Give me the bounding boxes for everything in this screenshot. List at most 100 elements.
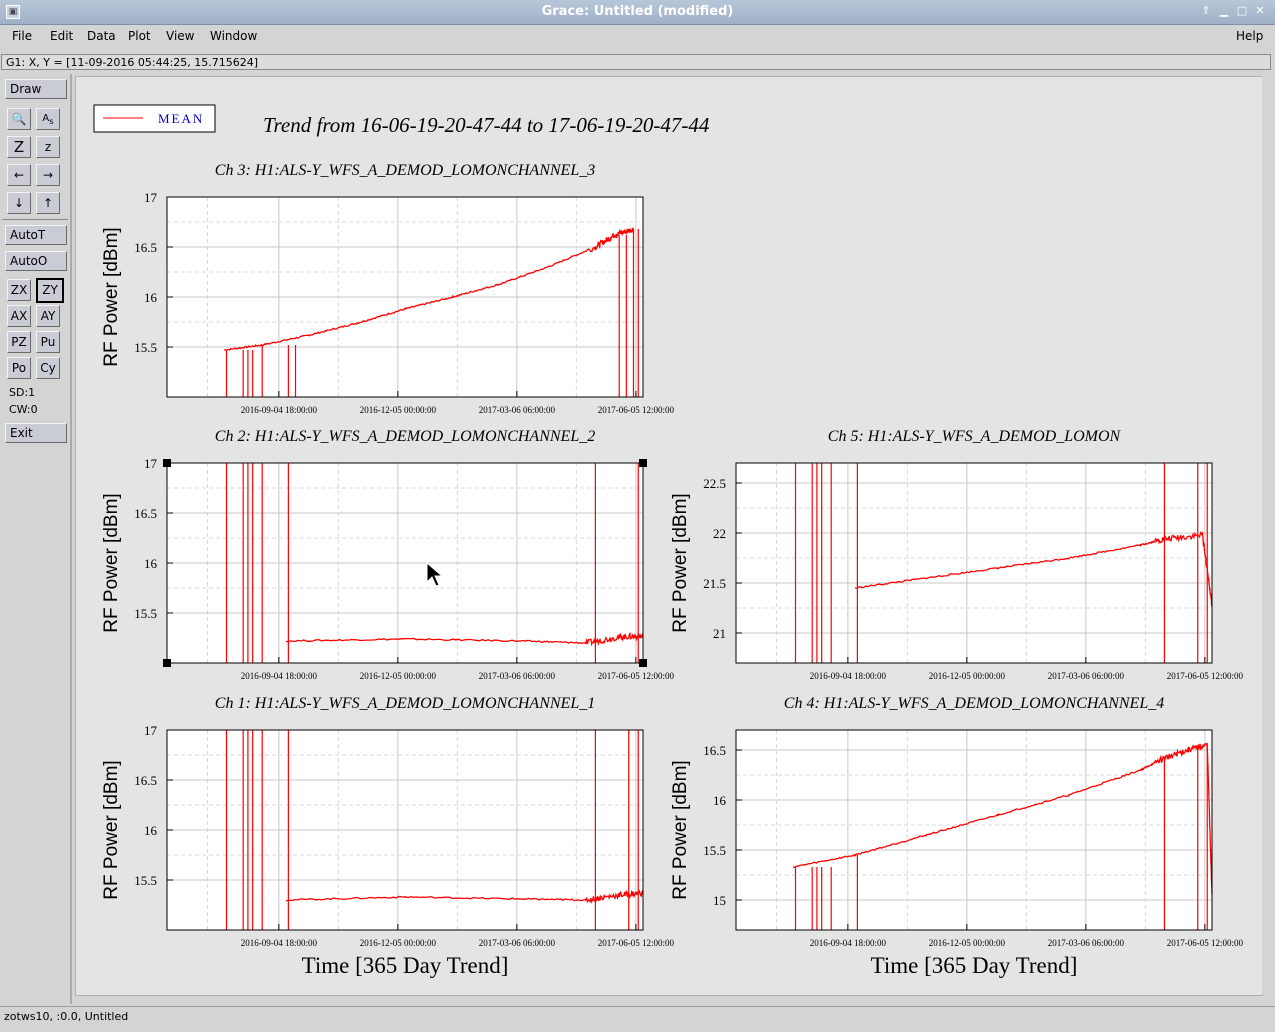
x-tick-label: 2016-12-05 00:00:00 — [929, 671, 1006, 681]
x-tick-label: 2017-06-05 12:00:00 — [598, 405, 675, 415]
pz-button[interactable]: PZ — [7, 331, 31, 353]
y-tick-label: 16 — [144, 290, 158, 305]
text-button[interactable]: As — [36, 108, 60, 130]
y-tick-label: 16.5 — [134, 773, 157, 788]
y-axis-label: RF Power [dBm] — [101, 760, 122, 899]
y-axis-label: RF Power [dBm] — [101, 493, 122, 632]
menu-view[interactable]: View — [166, 29, 194, 43]
chart-title: Ch 5: H1:ALS-Y_WFS_A_DEMOD_LOMON — [828, 428, 1122, 445]
x-axis-label: Time [365 Day Trend] — [871, 953, 1078, 978]
pu-button[interactable]: Pu — [36, 331, 60, 353]
x-tick-label: 2016-12-05 00:00:00 — [929, 938, 1006, 948]
menu-help[interactable]: Help — [1236, 29, 1263, 43]
exit-button[interactable]: Exit — [5, 423, 67, 443]
zoom-out-icon: z — [44, 140, 52, 154]
cy-button[interactable]: Cy — [36, 357, 60, 379]
x-tick-label: 2017-06-05 12:00:00 — [1167, 671, 1244, 681]
y-tick-label: 15.5 — [134, 340, 157, 355]
window-title-bar[interactable]: ▣ Grace: Untitled (modified) ⇑ ▁ □ ✕ — [0, 0, 1275, 25]
ax-button[interactable]: AX — [7, 305, 31, 327]
x-tick-label: 2016-09-04 18:00:00 — [241, 405, 318, 415]
y-tick-label: 16 — [144, 556, 158, 571]
selection-handle — [163, 459, 171, 467]
x-axis-label: Time [365 Day Trend] — [302, 953, 509, 978]
magnifier-icon: 🔍 — [11, 112, 27, 126]
x-tick-label: 2016-12-05 00:00:00 — [360, 405, 437, 415]
po-button[interactable]: Po — [7, 357, 31, 379]
window-title: Grace: Untitled (modified) — [541, 4, 734, 19]
close-icon[interactable]: ✕ — [1254, 5, 1266, 17]
y-tick-label: 17 — [144, 456, 158, 471]
x-tick-label: 2017-03-06 06:00:00 — [479, 938, 556, 948]
menu-data[interactable]: Data — [87, 29, 116, 43]
x-tick-label: 2017-06-05 12:00:00 — [598, 938, 675, 948]
chart-panel-4: 15.5 16 16.5 17 2016-09-04 18:00:00 2016-12-0… — [101, 695, 674, 978]
menu-edit[interactable]: Edit — [50, 29, 73, 43]
zoom-in-button[interactable]: Z — [7, 136, 31, 158]
zoom-button[interactable]: 🔍 — [7, 108, 31, 130]
zy-button[interactable]: ZY — [36, 278, 64, 303]
chart-panel-2: 15.5 16 16.5 17 2016-09-04 18:00:00 2016-12-0… — [101, 428, 674, 681]
y-tick-label: 16.5 — [703, 743, 726, 758]
selection-handle — [163, 659, 171, 667]
plot-title: Trend from 16-06-19-20-47-44 to 17-06-19… — [263, 113, 710, 137]
y-tick-label: 22.5 — [703, 476, 726, 491]
x-tick-label: 2016-09-04 18:00:00 — [810, 671, 887, 681]
chart-panel-1: 15.5 16 16.5 17 2016-09-04 18:00:00 2016-12-0… — [101, 162, 674, 415]
y-tick-label: 15.5 — [134, 606, 157, 621]
x-tick-label: 2016-09-04 18:00:00 — [241, 938, 318, 948]
scroll-down-button[interactable]: ↓ — [7, 192, 31, 214]
canvas-scrollbar[interactable] — [1262, 76, 1274, 994]
chart-title: Ch 3: H1:ALS-Y_WFS_A_DEMOD_LOMONCHANNEL_… — [215, 162, 595, 179]
locator-readout: G1: X, Y = [11-09-2016 05:44:25, 15.7156… — [1, 54, 1271, 70]
y-tick-label: 21 — [713, 626, 726, 641]
chart-title: Ch 1: H1:ALS-Y_WFS_A_DEMOD_LOMONCHANNEL_… — [215, 695, 595, 712]
graph-canvas[interactable]: MEAN Trend from 16-06-19-20-47-44 to 17-0… — [75, 76, 1263, 996]
ay-button[interactable]: AY — [36, 305, 60, 327]
y-tick-label: 16 — [144, 823, 158, 838]
arrow-down-icon: ↓ — [13, 196, 25, 210]
zx-button[interactable]: ZX — [7, 279, 31, 301]
scroll-up-button[interactable]: ↑ — [36, 192, 60, 214]
x-tick-label: 2017-03-06 06:00:00 — [479, 671, 556, 681]
y-axis-label: RF Power [dBm] — [670, 493, 691, 632]
draw-button[interactable]: Draw — [5, 79, 67, 99]
scroll-left-button[interactable]: ← — [7, 164, 31, 186]
x-tick-label: 2016-12-05 00:00:00 — [360, 938, 437, 948]
y-axis-label: RF Power [dBm] — [670, 760, 691, 899]
autoo-button[interactable]: AutoO — [5, 251, 67, 271]
chart-title: Ch 4: H1:ALS-Y_WFS_A_DEMOD_LOMONCHANNEL_… — [784, 695, 1164, 712]
chart-panel-3: 21 21.5 22 22.5 2016-09-04 18:00:00 2016-12-0… — [670, 428, 1243, 681]
x-tick-label: 2016-09-04 18:00:00 — [241, 671, 318, 681]
y-tick-label: 15 — [713, 893, 726, 908]
current-world: CW:0 — [9, 403, 38, 416]
y-tick-label: 17 — [144, 723, 158, 738]
selection-handle — [639, 659, 647, 667]
x-tick-label: 2017-06-05 12:00:00 — [1167, 938, 1244, 948]
status-text: zotws10, :0.0, Untitled — [4, 1010, 129, 1023]
x-tick-label: 2016-09-04 18:00:00 — [810, 938, 887, 948]
scroll-right-button[interactable]: → — [36, 164, 60, 186]
autot-button[interactable]: AutoT — [5, 225, 67, 245]
menu-file[interactable]: File — [12, 29, 32, 43]
toolbar-divider — [2, 219, 68, 220]
menu-bar: File Edit Data Plot View Window Help — [0, 25, 1275, 49]
plots-svg[interactable]: MEAN Trend from 16-06-19-20-47-44 to 17-0… — [76, 77, 1262, 995]
tool-panel: Draw 🔍 As Z z ← → ↓ ↑ AutoT AutoO ZX ZY … — [0, 74, 72, 1004]
arrow-up-icon: ↑ — [42, 196, 54, 210]
legend-label: MEAN — [158, 111, 204, 126]
y-tick-label: 16 — [713, 793, 727, 808]
arrow-left-icon: ← — [13, 168, 25, 182]
menu-window[interactable]: Window — [210, 29, 257, 43]
shade-icon[interactable]: ⇑ — [1200, 5, 1212, 17]
maximize-icon[interactable]: □ — [1236, 5, 1248, 17]
y-tick-label: 15.5 — [703, 843, 726, 858]
x-tick-label: 2017-06-05 12:00:00 — [598, 671, 675, 681]
minimize-icon[interactable]: ▁ — [1218, 5, 1230, 17]
menu-plot[interactable]: Plot — [128, 29, 151, 43]
text-icon: As — [42, 113, 54, 126]
zoom-in-icon: Z — [13, 138, 25, 156]
zoom-out-button[interactable]: z — [36, 136, 60, 158]
y-tick-label: 17 — [144, 190, 158, 205]
y-tick-label: 15.5 — [134, 873, 157, 888]
